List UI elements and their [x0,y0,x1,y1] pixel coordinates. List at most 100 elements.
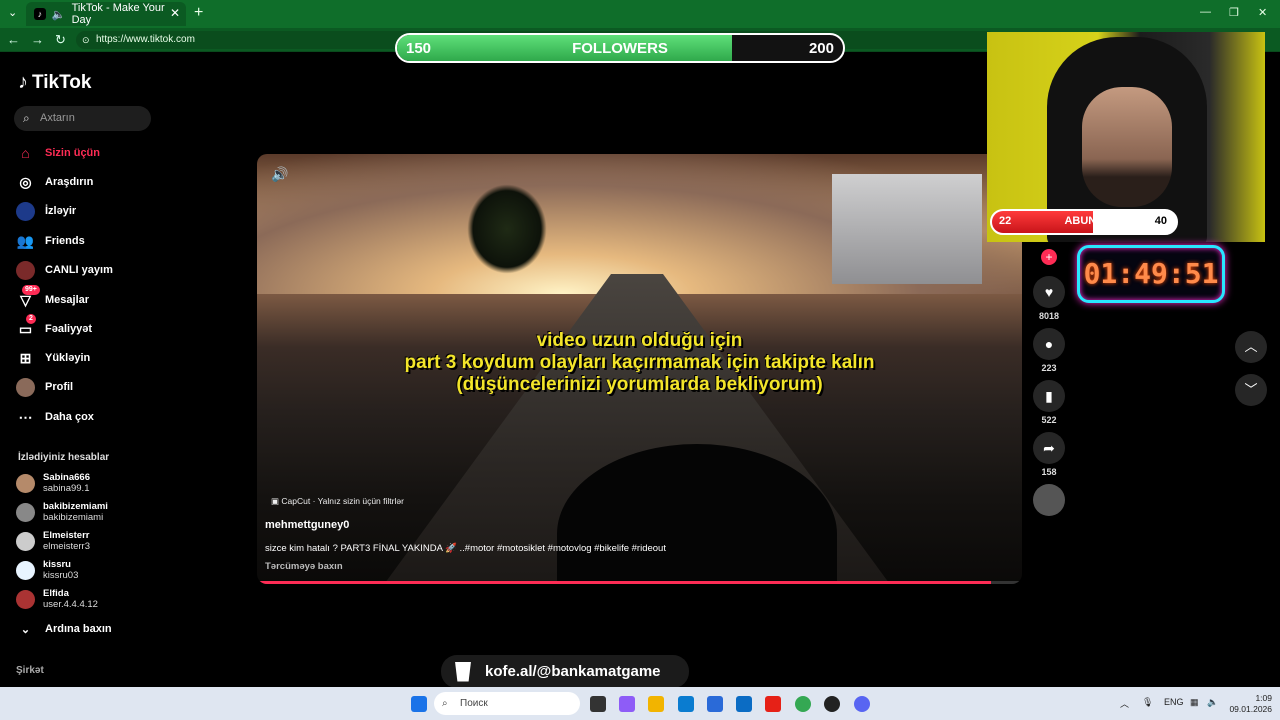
account-username: bakibizemiami [43,512,104,523]
followed-account[interactable]: Elfida user.4.4.4.12 [16,586,156,612]
discord-icon[interactable] [854,696,870,712]
see-more-button[interactable]: ⌄ Ardına baxın [16,617,156,641]
followed-account[interactable]: kissru kissru03 [16,557,156,583]
taskbar-search[interactable]: ⌕ Поиск [434,692,580,715]
browser-tab[interactable]: ♪ 🔈 TikTok - Make Your Day ✕ [26,2,186,26]
music-disc-icon[interactable] [1033,484,1065,516]
company-link[interactable]: Şirkət [16,665,44,676]
translate-link[interactable]: Tərcüməyə baxın [265,561,343,572]
followed-account[interactable]: bakibizemiami bakibizemiami [16,499,156,525]
copilot-icon[interactable] [619,696,635,712]
nav-label: Profil [45,381,74,393]
nav-yukleyin[interactable]: ⊞ Yükləyin [16,346,156,370]
clock-time: 1:09 [1255,693,1272,703]
tab-list-chevron-icon[interactable]: ⌄ [8,6,17,19]
nav-izleyir[interactable]: İzləyir [16,199,156,223]
video-caption: sizce kim hatalı ? PART3 FİNAL YAKINDA 🚀… [265,543,666,554]
store-icon[interactable] [707,696,723,712]
activity-badge: 2 [26,313,36,324]
subtitle-line: video uzun olduğu için [536,330,743,351]
minimize-icon[interactable]: — [1200,6,1211,18]
followed-accounts-heading: İzlədiyiniz hesablar [18,452,110,463]
nav-mesajlar[interactable]: ▽ 99+ Mesajlar [16,284,156,312]
heart-icon[interactable]: ♥ [1033,276,1065,308]
subtitle-line: (düşüncelerinizi yorumlarda bekliyorum) [456,374,823,395]
tray-chevron-icon[interactable]: ︿ [1120,697,1129,710]
close-tab-icon[interactable]: ✕ [170,6,180,20]
reload-icon[interactable]: ↻ [55,32,66,48]
chrome-icon[interactable] [795,696,811,712]
edge-icon[interactable] [678,696,694,712]
sound-disc[interactable] [1033,484,1065,516]
language-indicator[interactable]: ENG [1164,697,1184,707]
video-progress-track[interactable] [257,581,1022,584]
youtube-icon[interactable] [765,696,781,712]
microphone-icon[interactable]: 🎙 [1142,697,1153,708]
network-icon[interactable]: ▦ [1190,697,1199,708]
followed-account[interactable]: Sabina666 sabina99.1 [16,470,156,496]
new-tab-icon[interactable]: + [194,4,203,22]
nav-sizin-ucun[interactable]: ⌂ Sizin üçün [16,141,156,165]
followed-account[interactable]: Elmeisterr elmeisterr3 [16,528,156,554]
chevron-down-icon: ⌄ [20,623,31,636]
restore-icon[interactable]: ❐ [1229,6,1239,19]
share-icon[interactable]: ➦ [1033,432,1065,464]
account-name: Elmeisterr [43,530,90,541]
volume-icon[interactable]: 🔊 [271,166,288,183]
nav-label: Yükləyin [45,352,91,364]
task-view-icon[interactable] [590,696,606,712]
tiktok-note-icon: ♪ [18,71,28,93]
close-window-icon[interactable]: ✕ [1258,6,1267,19]
upload-icon: ⊞ [19,349,32,366]
follow-plus-icon[interactable]: + [1041,249,1057,265]
save-action[interactable]: ▮ 522 [1033,380,1065,425]
tab-title: TikTok - Make Your Day [71,2,165,26]
chevron-up-icon: ︿ [1244,339,1258,354]
nav-label: Araşdırın [45,176,94,188]
tiktok-favicon-icon: ♪ [34,8,46,20]
nav-label: CANLI yayım [45,264,113,276]
outlook-icon[interactable] [736,696,752,712]
bookmark-icon[interactable]: ▮ [1033,380,1065,412]
live-icon [16,260,35,280]
stream-timer: 01:49:51 [1077,245,1225,303]
abune-goal-bar: 22 ABUNE 40 [990,209,1178,235]
windows-start-icon[interactable] [411,696,427,712]
clock[interactable]: 1:09 09.01.2026 [1228,693,1272,715]
account-name: bakibizemiami [43,501,108,512]
like-action[interactable]: ♥ 8018 [1033,276,1065,321]
avatar [16,473,35,493]
capcut-tag[interactable]: ▣ CapCut · Yalnız sizin üçün filtrlər [271,496,404,507]
subtitle-line: part 3 koydum olayları kaçırmamak için t… [404,352,875,373]
file-explorer-icon[interactable] [648,696,664,712]
following-icon [16,201,35,221]
video-progress-fill [257,581,992,584]
search-input[interactable]: ⌕ Axtarın [14,106,151,131]
tiktok-logo[interactable]: ♪ TikTok [18,71,91,94]
nav-daha-cox[interactable]: ⋯ Daha çox [16,405,156,429]
avatar [16,560,35,580]
nav-arasdirin[interactable]: ◎ Araşdırın [16,170,156,194]
previous-video-button[interactable]: ︿ [1235,331,1267,363]
nav-friends[interactable]: 👥 Friends [16,229,156,253]
mute-tab-icon[interactable]: 🔈 [52,8,66,21]
comment-action[interactable]: ● 223 [1033,328,1065,373]
back-icon[interactable]: ← [7,32,20,47]
video-subtitle: video uzun olduğu için part 3 koydum ola… [257,330,1022,396]
obs-icon[interactable] [824,696,840,712]
share-action[interactable]: ➦ 158 [1033,432,1065,477]
clock-date: 09.01.2026 [1229,704,1272,714]
nav-profil[interactable]: Profil [16,375,156,399]
video-player[interactable]: 🔊 video uzun olduğu için part 3 koydum o… [257,154,1022,584]
nav-canli-yayim[interactable]: CANLI yayım [16,258,156,282]
followers-label: FOLLOWERS [572,40,668,57]
site-info-icon[interactable]: ⊙ [82,31,90,49]
nav-fealiyyet[interactable]: ▭ 2 Fəaliyyət [16,313,156,341]
forward-icon[interactable]: → [31,32,44,47]
video-author[interactable]: mehmettguney0 [265,519,349,531]
volume-tray-icon[interactable]: 🔈 [1207,697,1218,708]
account-username: elmeisterr3 [43,541,90,552]
avatar [16,589,35,609]
next-video-button[interactable]: ﹀ [1235,374,1267,406]
comment-icon[interactable]: ● [1033,328,1065,360]
